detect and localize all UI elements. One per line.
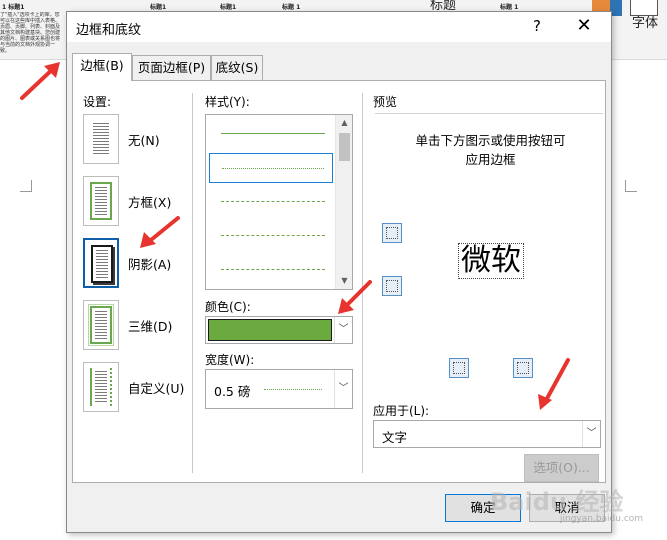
width-value: 0.5 磅 bbox=[214, 384, 251, 399]
setting-custom[interactable]: 自定义(U) bbox=[83, 362, 187, 414]
preview-separator bbox=[375, 113, 603, 114]
color-dropdown[interactable]: ﹀ bbox=[205, 316, 353, 344]
chevron-down-icon[interactable]: ﹀ bbox=[582, 421, 600, 447]
help-icon[interactable]: ? bbox=[527, 17, 547, 35]
gallery-heading: 标题 1 bbox=[282, 4, 301, 11]
page-corner-mark bbox=[20, 180, 32, 192]
setting-box-icon bbox=[83, 176, 119, 226]
gallery-heading: 标题1 bbox=[220, 4, 237, 11]
apply-to-value: 文字 bbox=[382, 430, 408, 445]
style-option-solid[interactable] bbox=[209, 119, 333, 149]
tutorial-arrow-shadow bbox=[140, 216, 180, 248]
gallery-heading: 标题1 bbox=[150, 4, 167, 11]
doc-body-text: 了"插入"选项卡上的库，您可以在这些库中插入表格、页眉、页脚、列表、封面及其他文… bbox=[0, 12, 61, 54]
color-label: 颜色(C): bbox=[205, 300, 251, 314]
font-button[interactable]: 字体 bbox=[632, 12, 658, 31]
setting-3d-icon bbox=[83, 300, 119, 350]
right-border-button[interactable] bbox=[513, 358, 533, 378]
close-icon[interactable]: ✕ bbox=[572, 15, 596, 36]
preview-desc-line: 应用边框 bbox=[465, 152, 516, 167]
tutorial-arrow-apply bbox=[538, 358, 570, 410]
style-option-dotted[interactable] bbox=[209, 153, 333, 183]
setting-shadow-icon bbox=[83, 238, 119, 288]
watermark-url: jingyan.baidu.com bbox=[560, 514, 644, 524]
divider bbox=[192, 93, 193, 473]
dialog-title: 边框和底纹 bbox=[76, 23, 142, 38]
borders-and-shading-dialog: 边框和底纹 ? ✕ 边框(B) 页面边框(P) 底纹(S) 设置: 无(N) 方… bbox=[66, 11, 612, 533]
apply-to-label: 应用于(L): bbox=[373, 404, 430, 418]
scroll-thumb[interactable] bbox=[339, 133, 350, 161]
style-list[interactable]: ▲ ▼ bbox=[205, 114, 353, 290]
top-border-button[interactable] bbox=[382, 223, 402, 243]
width-sample-line bbox=[264, 389, 322, 390]
apply-to-dropdown[interactable]: 文字 ﹀ bbox=[373, 420, 601, 448]
style-label: 样式(Y): bbox=[205, 95, 250, 109]
page-corner-mark bbox=[625, 180, 637, 192]
setting-custom-label: 自定义(U) bbox=[128, 381, 185, 396]
setting-3d-label: 三维(D) bbox=[128, 319, 173, 334]
width-label: 宽度(W): bbox=[205, 353, 255, 367]
settings-label: 设置: bbox=[83, 95, 112, 109]
chevron-down-icon[interactable]: ﹀ bbox=[334, 317, 352, 343]
bottom-border-button[interactable] bbox=[382, 276, 402, 296]
watermark: Baidu 经验 bbox=[490, 488, 624, 516]
scroll-up-icon[interactable]: ▲ bbox=[336, 115, 353, 131]
setting-none-label: 无(N) bbox=[128, 133, 160, 148]
setting-custom-icon bbox=[83, 362, 119, 412]
tutorial-arrow-tab bbox=[20, 62, 60, 100]
preview-sample-text: 微软 bbox=[458, 243, 524, 279]
chevron-down-icon[interactable]: ﹀ bbox=[334, 370, 352, 408]
tutorial-arrow-color bbox=[338, 280, 372, 314]
left-border-button[interactable] bbox=[449, 358, 469, 378]
width-dropdown[interactable]: 0.5 磅 ﹀ bbox=[205, 369, 353, 409]
tab-borders[interactable]: 边框(B) bbox=[72, 53, 132, 81]
style-option-dashed-small[interactable] bbox=[209, 187, 333, 217]
setting-none[interactable]: 无(N) bbox=[83, 114, 187, 166]
selected-color-swatch bbox=[208, 319, 332, 341]
setting-box-label: 方框(X) bbox=[128, 195, 172, 210]
tab-shading[interactable]: 底纹(S) bbox=[211, 55, 263, 80]
setting-3d[interactable]: 三维(D) bbox=[83, 300, 187, 352]
dialog-titlebar: 边框和底纹 ? ✕ bbox=[67, 12, 611, 42]
preview-desc-line: 单击下方图示或使用按钮可 bbox=[415, 133, 566, 148]
style-list-scrollbar[interactable]: ▲ ▼ bbox=[335, 115, 352, 289]
preview-description: 单击下方图示或使用按钮可 应用边框 bbox=[403, 131, 578, 169]
setting-shadow-label: 阴影(A) bbox=[128, 257, 172, 272]
style-option-dash-dot[interactable] bbox=[209, 255, 333, 285]
setting-none-icon bbox=[83, 114, 119, 164]
doc-heading: 1 标题1 bbox=[2, 4, 25, 11]
style-option-dashed[interactable] bbox=[209, 221, 333, 251]
tab-page-border[interactable]: 页面边框(P) bbox=[132, 55, 211, 80]
options-button[interactable]: 选项(O)... bbox=[524, 454, 599, 482]
gallery-heading: 标题 1 bbox=[500, 4, 519, 11]
preview-label: 预览 bbox=[373, 95, 398, 109]
